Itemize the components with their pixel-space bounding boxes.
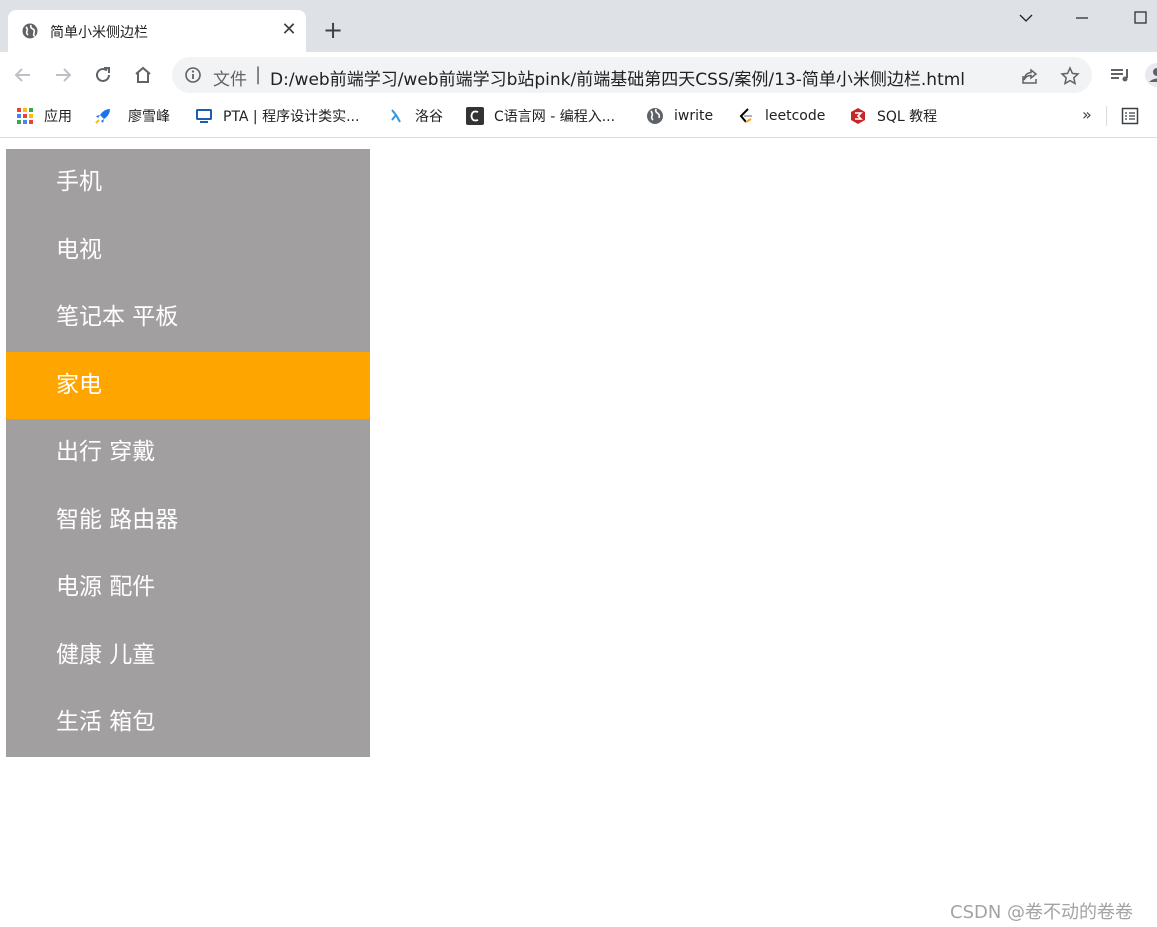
- sql-icon: [851, 108, 865, 124]
- new-tab-button[interactable]: +: [322, 18, 344, 42]
- page-content: 手机 电视 笔记本 平板 家电 出行 穿戴 智能 路由器 电源 配件 健康 儿童…: [0, 139, 1157, 927]
- tab-close-button[interactable]: ✕: [278, 19, 300, 41]
- reload-icon[interactable]: [91, 63, 115, 87]
- scheme-label: 文件: [213, 70, 247, 90]
- pta-icon: [196, 109, 212, 123]
- bookmark-sql[interactable]: SQL 教程: [849, 98, 937, 134]
- globe-icon: [22, 23, 38, 39]
- profile-avatar-icon[interactable]: [1143, 63, 1157, 87]
- sidebar-item-health-kids[interactable]: 健康 儿童: [6, 621, 370, 689]
- bookmark-apps[interactable]: 应用: [16, 98, 72, 134]
- browser-toolbar: 文件 | D:/web前端学习/web前端学习b站pink/前端基础第四天CSS…: [0, 52, 1157, 98]
- luogu-icon: [391, 109, 401, 123]
- bookmark-label: 廖雪峰: [128, 109, 170, 125]
- bookmark-c-lang[interactable]: C语言网 - 编程入...: [466, 98, 615, 134]
- csdn-watermark: CSDN @卷不动的卷卷: [950, 902, 1134, 923]
- reading-list-panel-icon[interactable]: [1121, 107, 1139, 125]
- tab-strip: 简单小米侧边栏 ✕ +: [0, 0, 1157, 52]
- url-text[interactable]: D:/web前端学习/web前端学习b站pink/前端基础第四天CSS/案例/1…: [270, 65, 965, 90]
- back-icon[interactable]: [11, 63, 35, 87]
- tab-search-icon[interactable]: [1014, 8, 1038, 28]
- leetcode-icon: [739, 108, 752, 123]
- rocket-icon: [95, 109, 110, 124]
- star-icon[interactable]: [1060, 66, 1080, 86]
- scheme-separator: |: [255, 64, 262, 85]
- bookmark-label: iwrite: [674, 108, 714, 124]
- info-icon[interactable]: [184, 66, 202, 84]
- bookmark-leetcode[interactable]: leetcode: [737, 98, 825, 134]
- address-bar[interactable]: 文件 | D:/web前端学习/web前端学习b站pink/前端基础第四天CSS…: [172, 57, 1092, 93]
- xiaomi-sidebar: 手机 电视 笔记本 平板 家电 出行 穿戴 智能 路由器 电源 配件 健康 儿童…: [6, 149, 370, 757]
- bookmark-label: leetcode: [765, 108, 826, 124]
- bookmarks-bar: 应用 廖雪峰 PTA | 程序设计类实... 洛谷 C语言网 - 编程入...: [0, 98, 1157, 138]
- bookmark-iwrite[interactable]: iwrite: [646, 98, 713, 134]
- globe-icon: [647, 108, 663, 124]
- bookmark-label: 洛谷: [415, 109, 443, 125]
- sidebar-item-life-bags[interactable]: 生活 箱包: [6, 689, 370, 757]
- forward-icon[interactable]: [51, 63, 75, 87]
- active-tab[interactable]: 简单小米侧边栏 ✕: [8, 10, 306, 52]
- bookmark-liaoxuefeng[interactable]: 廖雪峰: [94, 98, 170, 134]
- bookmarks-overflow-button[interactable]: »: [1082, 105, 1092, 124]
- maximize-icon[interactable]: [1128, 8, 1152, 28]
- bookmark-luogu[interactable]: 洛谷: [387, 98, 443, 134]
- bookmark-pta[interactable]: PTA | 程序设计类实...: [195, 98, 359, 134]
- home-icon[interactable]: [131, 63, 155, 87]
- minimize-icon[interactable]: [1070, 8, 1094, 28]
- bookmark-label: SQL 教程: [877, 109, 938, 125]
- c-lang-icon: [466, 107, 484, 125]
- sidebar-item-laptop-tablet[interactable]: 笔记本 平板: [6, 284, 370, 352]
- bookmark-label: C语言网 - 编程入...: [494, 109, 616, 125]
- sidebar-item-travel-wearables[interactable]: 出行 穿戴: [6, 419, 370, 487]
- reading-list-icon[interactable]: [1108, 63, 1132, 87]
- sidebar-item-tv[interactable]: 电视: [6, 216, 370, 284]
- bookmarks-divider: [1106, 106, 1107, 126]
- sidebar-item-power-accessories[interactable]: 电源 配件: [6, 554, 370, 622]
- tab-title: 简单小米侧边栏: [50, 25, 148, 41]
- share-icon[interactable]: [1020, 66, 1040, 86]
- sidebar-item-smart-router[interactable]: 智能 路由器: [6, 486, 370, 554]
- bookmark-label: PTA | 程序设计类实...: [223, 109, 360, 125]
- apps-grid-icon: [17, 108, 33, 124]
- sidebar-item-phone[interactable]: 手机: [6, 149, 370, 217]
- sidebar-item-appliances[interactable]: 家电: [6, 351, 370, 419]
- bookmark-label: 应用: [44, 109, 72, 125]
